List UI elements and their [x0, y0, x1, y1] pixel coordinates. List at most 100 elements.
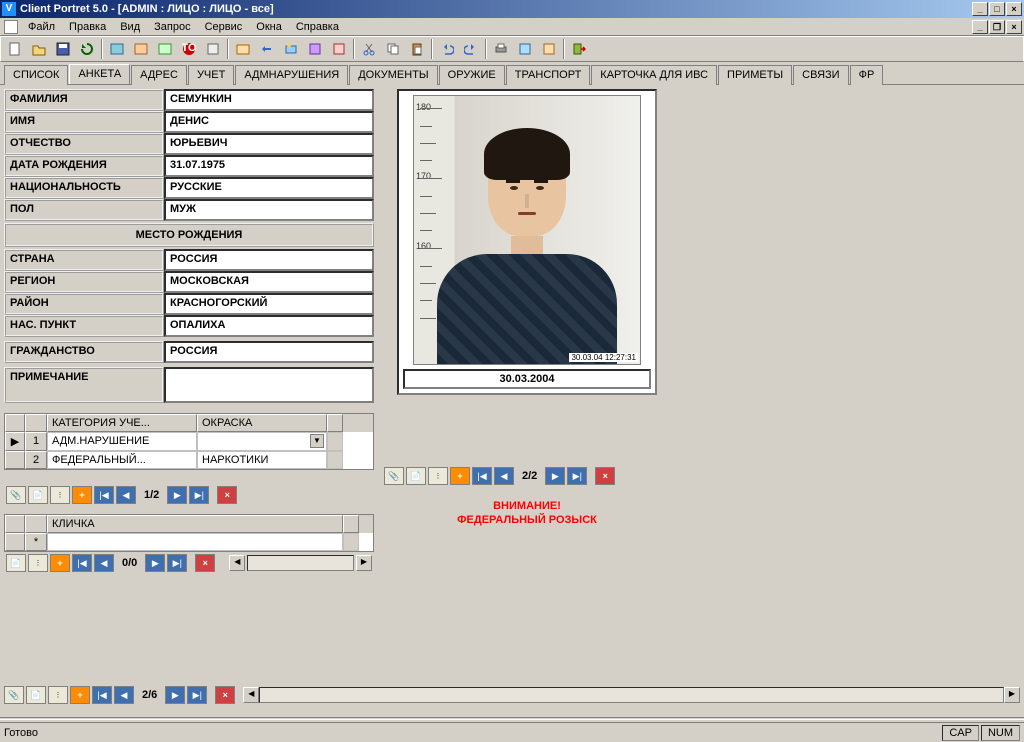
tab-links[interactable]: СВЯЗИ	[793, 65, 848, 85]
tab-list[interactable]: СПИСОК	[4, 65, 68, 85]
nav-first-button[interactable]: |◀	[94, 486, 114, 504]
ph-next-button[interactable]: ▶	[545, 467, 565, 485]
tab-ivs[interactable]: КАРТОЧКА ДЛЯ ИВС	[591, 65, 717, 85]
g2-next-button[interactable]: ▶	[145, 554, 165, 572]
menu-view[interactable]: Вид	[113, 19, 147, 35]
g2-scroll-left[interactable]: ◀	[229, 555, 245, 571]
tb-icon-22[interactable]	[538, 38, 560, 60]
tab-transport[interactable]: ТРАНСПОРТ	[506, 65, 591, 85]
value-region[interactable]: МОСКОВСКАЯ	[164, 271, 374, 293]
mdi-close-button[interactable]: ×	[1006, 20, 1022, 34]
value-name[interactable]: ДЕНИС	[164, 111, 374, 133]
tab-form[interactable]: АНКЕТА	[69, 64, 130, 84]
rn-add-button[interactable]: +	[70, 686, 90, 704]
tb-cut-icon[interactable]	[358, 38, 380, 60]
grid1-scroll[interactable]	[327, 414, 343, 432]
tb-redo-icon[interactable]	[460, 38, 482, 60]
tb-icon-14[interactable]	[328, 38, 350, 60]
main-scroll-right[interactable]: ▶	[1004, 687, 1020, 703]
ph-delete-button[interactable]: ×	[595, 467, 615, 485]
nav-doc-icon[interactable]: 📄	[28, 486, 48, 504]
menu-query[interactable]: Запрос	[147, 19, 197, 35]
g2-first-button[interactable]: |◀	[72, 554, 92, 572]
grid1-row1-marker[interactable]: ▶	[5, 432, 25, 451]
menu-service[interactable]: Сервис	[198, 19, 250, 35]
rn-doc-icon[interactable]: 📄	[26, 686, 46, 704]
menu-file[interactable]: Файл	[21, 19, 62, 35]
rn-delete-button[interactable]: ×	[215, 686, 235, 704]
mdi-restore-button[interactable]: ❐	[989, 20, 1005, 34]
tab-docs[interactable]: ДОКУМЕНТЫ	[349, 65, 437, 85]
value-locality[interactable]: ОПАЛИХА	[164, 315, 374, 337]
tb-new-icon[interactable]	[4, 38, 26, 60]
tb-copy-icon[interactable]	[382, 38, 404, 60]
tab-account[interactable]: УЧЕТ	[188, 65, 234, 85]
tab-violations[interactable]: АДМНАРУШЕНИЯ	[235, 65, 348, 85]
tab-address[interactable]: АДРЕС	[131, 65, 187, 85]
tb-paste-icon[interactable]	[406, 38, 428, 60]
ph-add-button[interactable]: +	[450, 467, 470, 485]
value-district[interactable]: КРАСНОГОРСКИЙ	[164, 293, 374, 315]
ph-last-button[interactable]: ▶|	[567, 467, 587, 485]
grid1-row1-cat[interactable]: АДМ.НАРУШЕНИЕ	[47, 432, 197, 451]
tb-icon-10[interactable]	[232, 38, 254, 60]
tb-icon-6[interactable]	[130, 38, 152, 60]
g2-scroll-right[interactable]: ▶	[356, 555, 372, 571]
g2-add-button[interactable]: +	[50, 554, 70, 572]
nav-last-button[interactable]: ▶|	[189, 486, 209, 504]
tab-marks[interactable]: ПРИМЕТЫ	[718, 65, 792, 85]
ph-attach-icon[interactable]: 📎	[384, 467, 404, 485]
minimize-button[interactable]: _	[972, 2, 988, 16]
nav-dots-icon[interactable]: ⋮	[50, 486, 70, 504]
rn-prev-button[interactable]: ◀	[114, 686, 134, 704]
rn-dots-icon[interactable]: ⋮	[48, 686, 68, 704]
g2-last-button[interactable]: ▶|	[167, 554, 187, 572]
grid1-row2-cat[interactable]: ФЕДЕРАЛЬНЫЙ...	[47, 451, 197, 469]
tb-open-icon[interactable]	[28, 38, 50, 60]
grid1-col-color[interactable]: ОКРАСКА	[197, 414, 327, 432]
tb-refresh-icon[interactable]	[76, 38, 98, 60]
grid1-row2-marker[interactable]	[5, 451, 25, 469]
tb-icon-21[interactable]	[514, 38, 536, 60]
rn-attach-icon[interactable]: 📎	[4, 686, 24, 704]
main-scroll-left[interactable]: ◀	[243, 687, 259, 703]
tb-stop-icon[interactable]: STOP	[178, 38, 200, 60]
rn-last-button[interactable]: ▶|	[187, 686, 207, 704]
value-patronymic[interactable]: ЮРЬЕВИЧ	[164, 133, 374, 155]
value-nationality[interactable]: РУССКИЕ	[164, 177, 374, 199]
value-citizenship[interactable]: РОССИЯ	[164, 341, 374, 363]
ph-first-button[interactable]: |◀	[472, 467, 492, 485]
grid2-col-nick[interactable]: КЛИЧКА	[47, 515, 343, 533]
tb-save-icon[interactable]	[52, 38, 74, 60]
g2-delete-button[interactable]: ×	[195, 554, 215, 572]
tab-fr[interactable]: ФР	[850, 65, 884, 85]
g2-dots-icon[interactable]: ⋮	[28, 554, 48, 572]
tab-weapon[interactable]: ОРУЖИЕ	[439, 65, 505, 85]
tb-icon-12[interactable]	[280, 38, 302, 60]
value-note[interactable]	[164, 367, 374, 403]
tb-undo-icon[interactable]	[436, 38, 458, 60]
value-sex[interactable]: МУЖ	[164, 199, 374, 221]
grid1-row1-color[interactable]: ▼	[197, 432, 327, 451]
tb-icon-13[interactable]	[304, 38, 326, 60]
nav-delete-button[interactable]: ×	[217, 486, 237, 504]
value-dob[interactable]: 31.07.1975	[164, 155, 374, 177]
value-surname[interactable]: СЕМУНКИН	[164, 89, 374, 111]
nav-add-button[interactable]: +	[72, 486, 92, 504]
ph-doc-icon[interactable]: 📄	[406, 467, 426, 485]
tb-print-icon[interactable]	[490, 38, 512, 60]
g2-scroll-track[interactable]	[247, 555, 354, 571]
tb-icon-9[interactable]	[202, 38, 224, 60]
tb-icon-7[interactable]	[154, 38, 176, 60]
ph-dots-icon[interactable]: ⋮	[428, 467, 448, 485]
nav-attach-icon[interactable]: 📎	[6, 486, 26, 504]
value-country[interactable]: РОССИЯ	[164, 249, 374, 271]
rn-next-button[interactable]: ▶	[165, 686, 185, 704]
rn-first-button[interactable]: |◀	[92, 686, 112, 704]
menu-windows[interactable]: Окна	[249, 19, 289, 35]
main-scroll-track[interactable]	[259, 687, 1004, 703]
menu-help[interactable]: Справка	[289, 19, 346, 35]
tb-exit-icon[interactable]	[568, 38, 590, 60]
tb-icon-11[interactable]	[256, 38, 278, 60]
grid1-row2-color[interactable]: НАРКОТИКИ	[197, 451, 327, 469]
